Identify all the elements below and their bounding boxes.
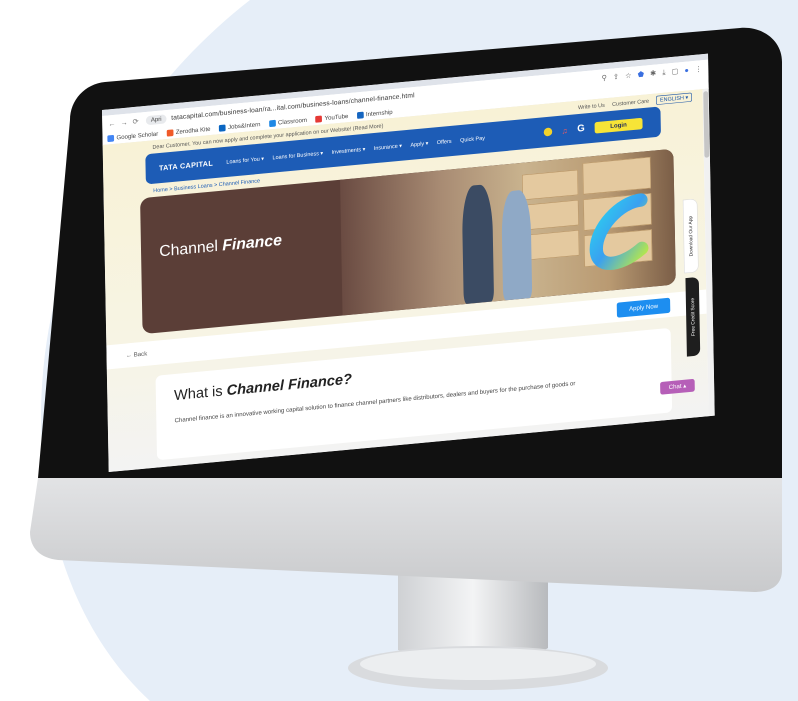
free-credit-score-tab[interactable]: Free Credit Score xyxy=(685,276,701,357)
bell-icon[interactable]: ♫ xyxy=(562,126,568,136)
classroom-icon xyxy=(268,119,276,127)
hero-title: Channel Finance xyxy=(159,230,283,260)
menu-kebab-icon[interactable]: ⋮ xyxy=(695,64,702,73)
back-arrow-icon[interactable]: ← xyxy=(108,119,115,128)
coin-icon[interactable] xyxy=(543,127,553,137)
nav-item-offers[interactable]: Offers xyxy=(437,138,452,146)
person-woman xyxy=(501,189,533,301)
zoom-icon[interactable]: ⚲ xyxy=(602,73,607,82)
scrollbar-thumb[interactable] xyxy=(703,91,710,158)
download-icon[interactable]: ⤓ xyxy=(662,68,665,77)
nav-item-loans-for-you[interactable]: Loans for You ▾ xyxy=(226,155,264,165)
web-page: Dear Customer, You can now apply and com… xyxy=(102,89,709,473)
kite-icon xyxy=(166,129,174,137)
extension-shield-icon[interactable]: ⬟ xyxy=(638,70,644,79)
nav-item-insurance[interactable]: Insurance ▾ xyxy=(374,142,402,151)
write-to-us-link[interactable]: Write to Us xyxy=(578,102,605,111)
download-app-tab[interactable]: Download Our App xyxy=(682,198,699,274)
reload-icon[interactable]: ⟳ xyxy=(132,117,138,126)
site-info-chip[interactable]: Apri xyxy=(145,113,167,125)
extensions-puzzle-icon[interactable]: ✱ xyxy=(650,69,656,78)
apply-now-button[interactable]: Apply Now xyxy=(616,297,671,318)
tata-capital-c-logo xyxy=(589,193,649,270)
google-icon[interactable]: G xyxy=(577,123,585,135)
language-select[interactable]: ENGLISH ▾ xyxy=(656,92,692,105)
bookmark-item[interactable]: Internship xyxy=(356,109,393,119)
login-button[interactable]: Login xyxy=(594,117,643,134)
customer-care-link[interactable]: Customer Care xyxy=(612,98,649,107)
brand-logo[interactable]: TATA CAPITAL xyxy=(159,159,213,172)
youtube-icon xyxy=(315,115,323,123)
back-link[interactable]: ← Back xyxy=(126,350,147,359)
nav-item-investments[interactable]: Investments ▾ xyxy=(332,146,366,156)
nav-item-loans-for-business[interactable]: Loans for Business ▾ xyxy=(272,150,323,161)
screen: ← → ⟳ Apri tatacapital.com/business-loan… xyxy=(102,53,715,473)
profile-icon[interactable]: ● xyxy=(684,66,689,75)
forward-arrow-icon[interactable]: → xyxy=(120,118,127,127)
person-man xyxy=(461,183,495,305)
bookmark-item[interactable]: Classroom xyxy=(268,117,307,127)
sidepanel-icon[interactable]: ▢ xyxy=(671,67,678,76)
bookmark-item[interactable]: YouTube xyxy=(315,113,348,123)
linkedin-icon xyxy=(218,124,226,132)
chat-button[interactable]: Chat ▴ xyxy=(660,378,695,395)
section-heading: What is Channel Finance? xyxy=(173,370,353,404)
nav-item-apply[interactable]: Apply ▾ xyxy=(410,140,428,148)
nav-item-quick-pay[interactable]: Quick Pay xyxy=(460,135,485,144)
star-icon[interactable]: ☆ xyxy=(625,71,632,80)
share-icon[interactable]: ⇪ xyxy=(613,72,619,81)
scholar-icon xyxy=(107,134,115,142)
internship-icon xyxy=(356,111,364,119)
